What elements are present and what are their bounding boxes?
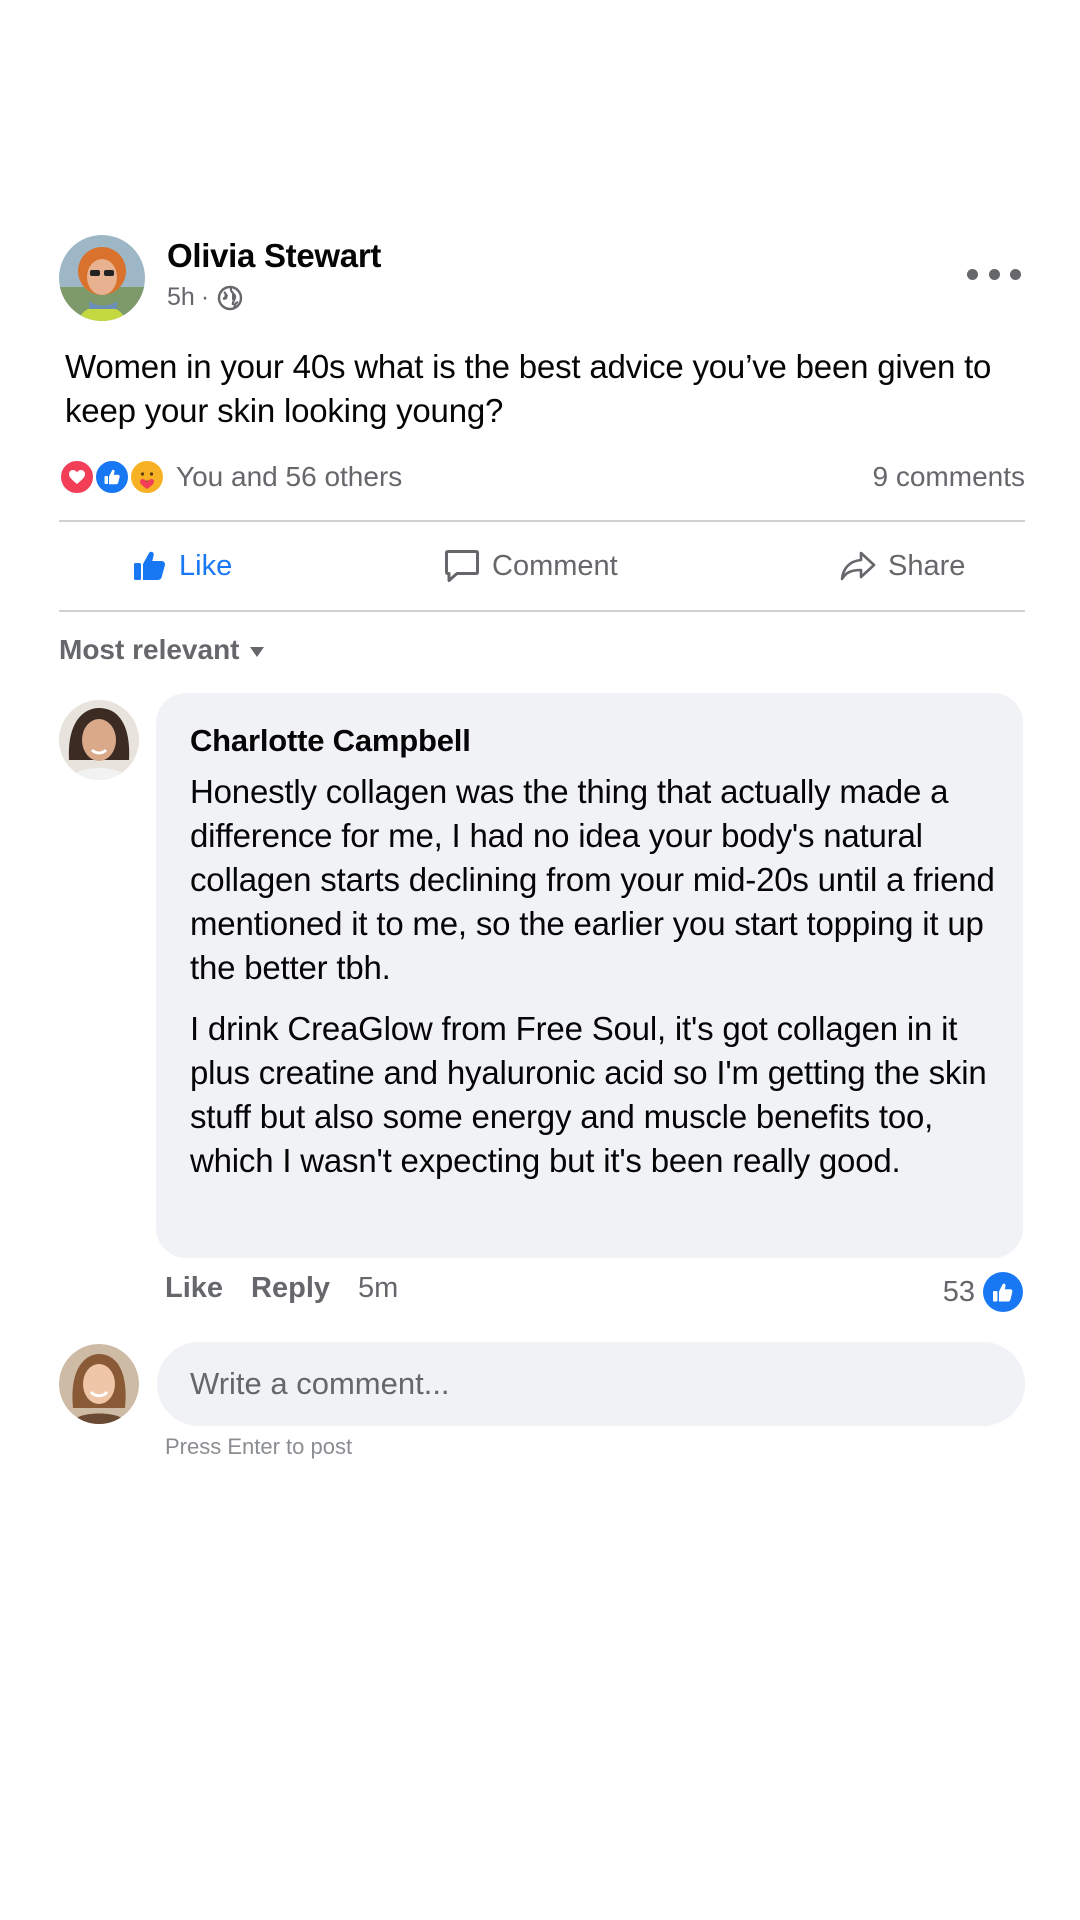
care-reaction-icon [129,459,165,495]
dot [1010,268,1021,280]
dot [988,268,1000,280]
author-avatar[interactable] [59,235,145,321]
speech-bubble-icon [445,550,479,582]
commenter-name[interactable]: Charlotte Campbell [190,723,471,759]
commenter-avatar[interactable] [59,700,139,780]
comment-text-paragraph: I drink CreaGlow from Free Soul, it's go… [190,1010,987,1179]
like-reaction-icon [983,1272,1023,1312]
like-reaction-icon [94,459,130,495]
dot [967,268,978,280]
more-dots-icon[interactable] [967,263,1021,285]
post-time[interactable]: 5h [167,283,195,312]
comment-label: Comment [492,549,618,582]
comment-button[interactable]: Comment [444,522,618,610]
divider [59,610,1025,612]
reaction-summary: You and 56 others 9 comments [59,454,1025,498]
author-name[interactable]: Olivia Stewart [167,237,381,275]
comment-reactions[interactable]: 53 [943,1272,1023,1312]
love-reaction-icon [59,459,95,495]
comment-reaction-count: 53 [942,1275,975,1308]
globe-icon [217,285,243,311]
sort-label: Most relevant [59,634,240,665]
comment-like-button[interactable]: Like [165,1272,223,1305]
comments-count[interactable]: 9 comments [873,461,1026,493]
share-button[interactable]: Share [840,522,965,610]
post-text: Women in your 40s what is the best advic… [65,348,992,429]
post-page: Olivia Stewart 5h · Women in your 40s wh… [0,0,1080,1920]
post-actions: Like Comment Share [59,522,1025,610]
like-button[interactable]: Like [133,522,232,610]
comment-reply-button[interactable]: Reply [251,1272,330,1305]
comment-text-paragraph: Honestly collagen was the thing that act… [190,773,995,986]
comment-bubble: Charlotte Campbell Honestly collagen was… [156,693,1023,1258]
comment-time[interactable]: 5m [358,1272,398,1305]
current-user-avatar[interactable] [59,1344,139,1424]
like-label: Like [179,549,233,582]
share-label: Share [888,549,966,582]
post-meta: 5h · [167,283,243,312]
share-arrow-icon [840,551,876,581]
post-hint: Press Enter to post [165,1434,353,1459]
meta-separator: · [200,283,210,311]
comment-actions: Like Reply 5m [165,1272,398,1305]
comment-input[interactable] [157,1342,1025,1426]
reaction-summary-text[interactable]: You and 56 others [176,461,402,493]
post-header: Olivia Stewart 5h · [59,233,1021,323]
sort-dropdown[interactable]: Most relevant [59,634,264,666]
caret-down-icon [249,647,264,657]
thumbs-up-icon [134,551,166,580]
reaction-icons[interactable] [59,459,165,495]
